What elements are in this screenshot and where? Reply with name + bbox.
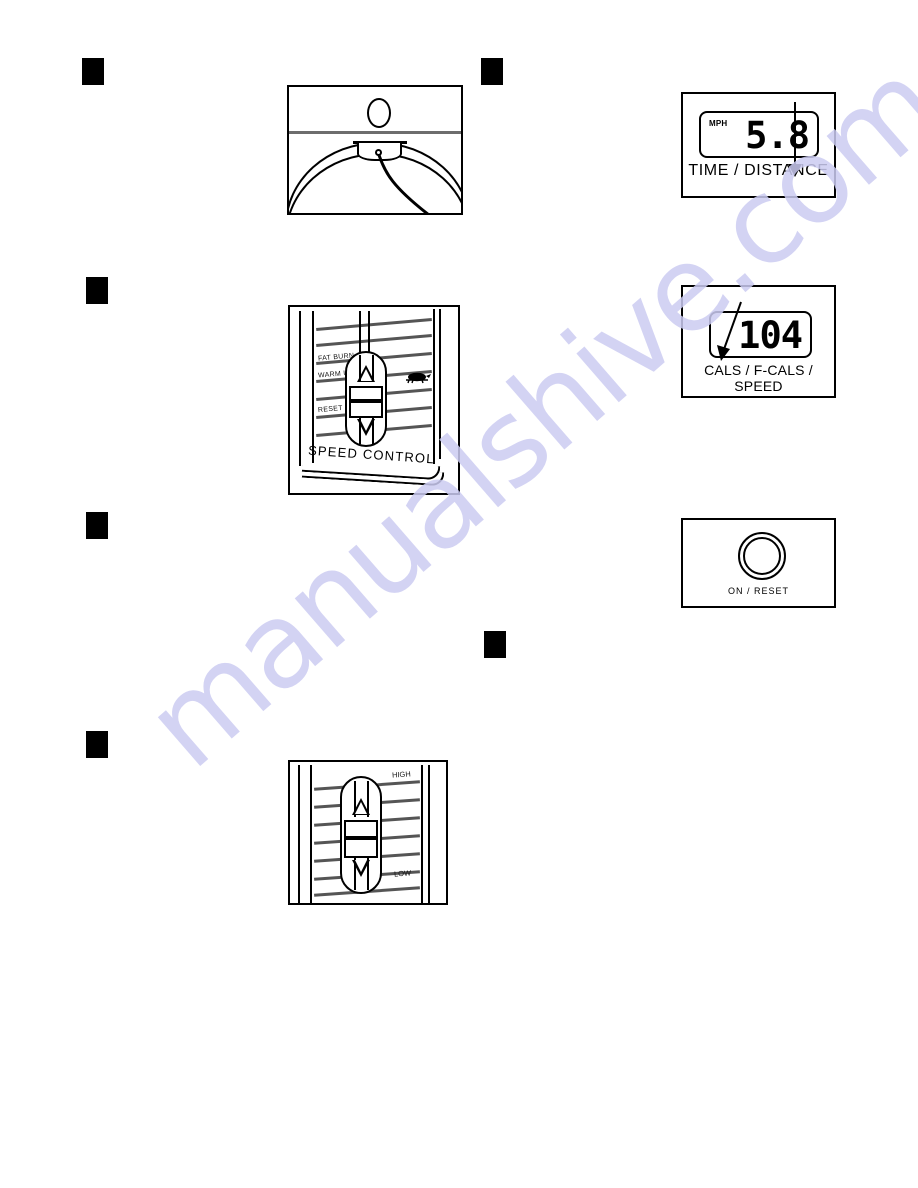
on-reset-caption: ON / RESET: [727, 586, 789, 596]
speed-rocker-line-r: [372, 355, 374, 381]
step-marker-6: [86, 731, 108, 758]
speed-label-reset: RESET: [317, 404, 344, 415]
incline-label-low: LOW: [393, 868, 412, 879]
speed-rocker-line-br: [372, 416, 374, 444]
speed-panel-edge-left2: [312, 311, 314, 463]
incline-panel-edge-left2: [310, 765, 312, 903]
cals-display-figure: 104 CALS / F-CALS / SPEED: [681, 285, 836, 398]
mph-display-figure: MPH 5.8 TIME / DISTANCE: [681, 92, 836, 198]
incline-panel-edge-right: [421, 765, 423, 903]
incline-rocker-switch[interactable]: [340, 776, 382, 894]
speed-panel-edge-left: [299, 311, 301, 466]
speed-panel-edge-right2: [439, 309, 441, 459]
incline-rocker-pad-lower[interactable]: [344, 838, 378, 858]
incline-down-triangle-inner: [355, 860, 367, 872]
treadmill-console-key-figure: [287, 85, 463, 215]
step-marker-4: [86, 512, 108, 539]
speed-panel-rib: [316, 317, 432, 332]
speed-panel-rib: [316, 333, 432, 348]
speed-rocker-pad-lower[interactable]: [349, 401, 383, 418]
turtle-icon: [406, 372, 431, 384]
speed-up-triangle-inner: [360, 369, 372, 381]
incline-label-high: HIGH: [391, 769, 412, 780]
cals-callout-arrow: [717, 301, 742, 361]
step-marker-5: [484, 631, 506, 658]
mph-callout-arrow: [788, 102, 802, 177]
speed-rocker-pad-upper[interactable]: [349, 386, 383, 401]
step-marker-3: [86, 277, 108, 304]
incline-panel-edge-right2: [428, 765, 430, 903]
speed-rocker-line-bl: [359, 416, 361, 444]
incline-control-figure: HIGH LOW: [288, 760, 448, 905]
incline-panel-edge-left: [298, 765, 300, 903]
safety-key-cord: [377, 154, 429, 213]
on-reset-button-ring-inner[interactable]: [743, 537, 781, 575]
manual-page: manualshive.com FAT BURN WARM UP RESET S…: [0, 0, 918, 1188]
step-marker-2: [481, 58, 503, 85]
speed-rocker-line-l: [359, 355, 361, 381]
speed-rocker-switch[interactable]: [345, 351, 387, 447]
speed-down-triangle-inner: [360, 419, 372, 431]
speed-panel-edge-right: [433, 309, 435, 464]
speed-control-figure: FAT BURN WARM UP RESET SPEED CONTROL: [288, 305, 460, 495]
step-marker-1: [82, 58, 104, 85]
on-reset-button-figure: ON / RESET: [681, 518, 836, 608]
speed-rocker-stem-right: [368, 311, 370, 355]
speed-rocker-stem-left: [359, 311, 361, 355]
incline-rocker-pad-upper[interactable]: [344, 820, 378, 838]
incline-up-triangle-inner: [355, 802, 367, 814]
